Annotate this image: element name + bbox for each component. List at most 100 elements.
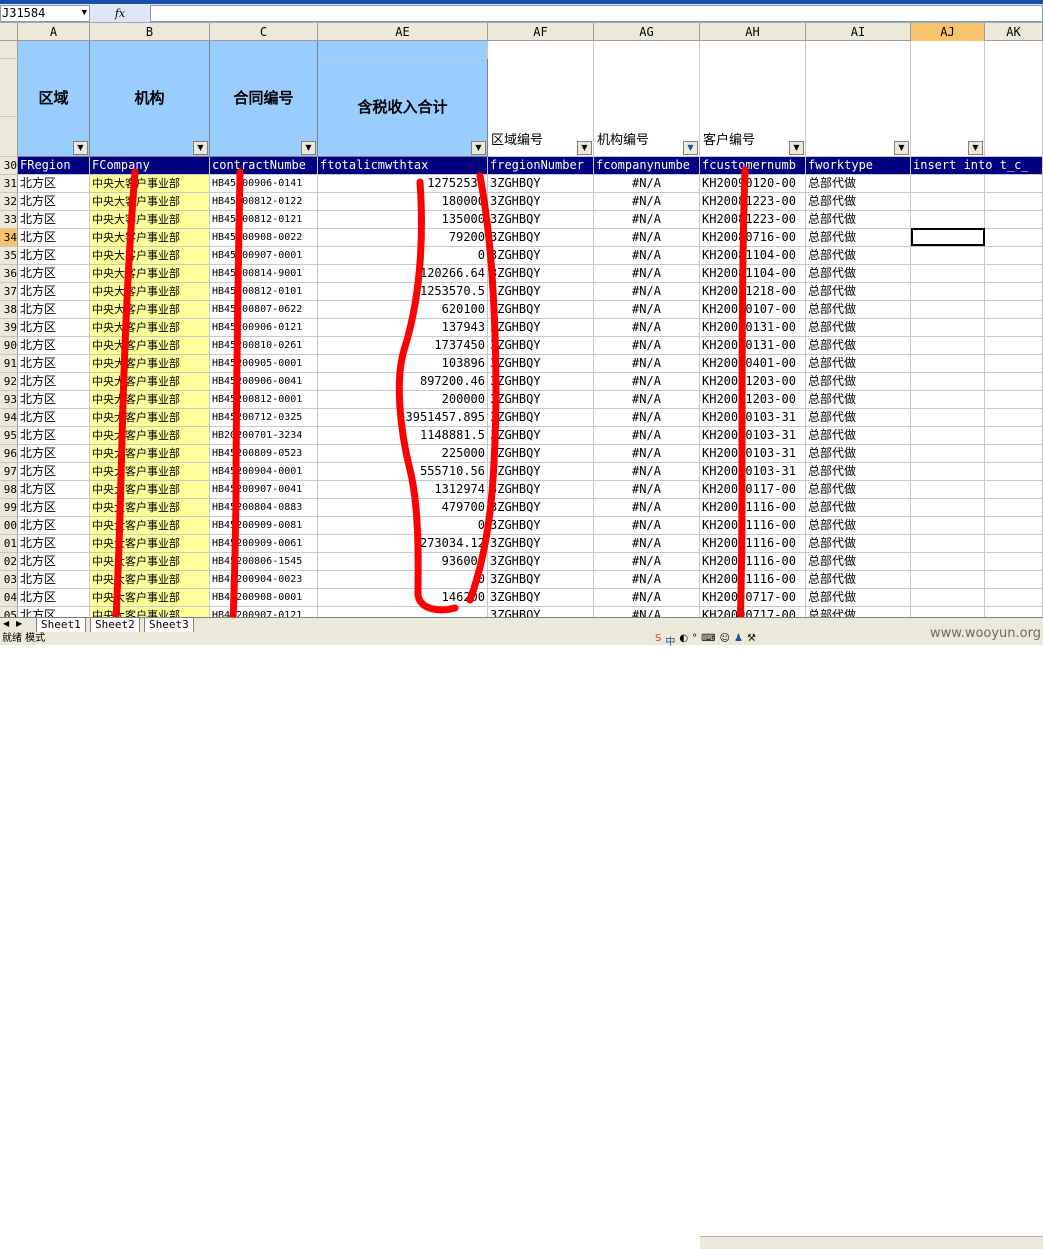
row-header[interactable]: 32 (0, 193, 18, 211)
field-name-a[interactable]: FRegion (18, 157, 90, 175)
table-cell-ah[interactable]: KH20070103-31 (700, 463, 806, 481)
field-name-ae[interactable]: ftotalicmwthtax (318, 157, 488, 175)
table-cell-ah[interactable]: KH20081104-00 (700, 265, 806, 283)
table-cell-ak[interactable] (985, 499, 1043, 517)
row-header[interactable]: 38 (0, 301, 18, 319)
table-cell-af[interactable]: 3ZGHBQY (488, 427, 594, 445)
table-cell-ag[interactable]: #N/A (594, 229, 700, 247)
table-cell-c[interactable]: HB45200904-0023 (210, 571, 318, 589)
table-cell-a[interactable]: 北方区 (18, 481, 90, 499)
table-cell-b[interactable]: 中央大客户事业部 (90, 535, 210, 553)
field-name-c[interactable]: contractNumbe (210, 157, 318, 175)
chevron-down-icon[interactable]: ▼ (82, 6, 87, 21)
table-cell-b[interactable]: 中央大客户事业部 (90, 409, 210, 427)
table-cell-af[interactable]: 3ZGHBQY (488, 409, 594, 427)
table-cell-ai[interactable]: 总部代做 (806, 193, 911, 211)
header-blank-aj[interactable] (911, 41, 985, 157)
table-cell-aj[interactable] (911, 373, 985, 391)
filter-dropdown-icon[interactable]: ▼ (789, 141, 804, 155)
table-cell-a[interactable]: 北方区 (18, 193, 90, 211)
table-cell-ai[interactable]: 总部代做 (806, 535, 911, 553)
table-cell-a[interactable]: 北方区 (18, 247, 90, 265)
table-cell-af[interactable]: 3ZGHBQY (488, 481, 594, 499)
table-cell-a[interactable]: 北方区 (18, 445, 90, 463)
table-cell-c[interactable]: HB45200906-0121 (210, 319, 318, 337)
table-cell-ae[interactable]: 479700 (318, 499, 488, 517)
table-cell-af[interactable]: 3ZGHBQY (488, 265, 594, 283)
table-cell-aj[interactable] (911, 337, 985, 355)
table-cell-ag[interactable]: #N/A (594, 535, 700, 553)
table-cell-a[interactable]: 北方区 (18, 373, 90, 391)
table-cell-ag[interactable]: #N/A (594, 463, 700, 481)
table-cell-ag[interactable]: #N/A (594, 175, 700, 193)
table-cell-a[interactable]: 北方区 (18, 283, 90, 301)
table-cell-ak[interactable] (985, 409, 1043, 427)
dot-icon[interactable]: ° (692, 633, 697, 645)
table-cell-a[interactable]: 北方区 (18, 409, 90, 427)
table-cell-ah[interactable]: KH20090401-00 (700, 355, 806, 373)
table-cell-a[interactable]: 北方区 (18, 535, 90, 553)
table-cell-a[interactable]: 北方区 (18, 427, 90, 445)
tab-sheet2[interactable]: Sheet2 (90, 618, 140, 633)
table-cell-af[interactable]: 3ZGHBQY (488, 229, 594, 247)
table-cell-ak[interactable] (985, 445, 1043, 463)
column-header-ah[interactable]: AH (700, 23, 806, 41)
row-header[interactable]: 03 (0, 571, 18, 589)
row-header-blank[interactable] (0, 117, 18, 157)
table-cell-c[interactable]: HB45200810-0261 (210, 337, 318, 355)
row-header[interactable]: 97 (0, 463, 18, 481)
row-header[interactable]: 39 (0, 319, 18, 337)
user-icon[interactable]: ☺ (720, 633, 730, 645)
row-header[interactable]: 92 (0, 373, 18, 391)
table-cell-ak[interactable] (985, 265, 1043, 283)
table-cell-ae[interactable]: 273034.12 (318, 535, 488, 553)
table-cell-aj[interactable] (911, 211, 985, 229)
table-cell-ag[interactable]: #N/A (594, 427, 700, 445)
table-cell-ag[interactable]: #N/A (594, 373, 700, 391)
table-cell-af[interactable]: 3ZGHBQY (488, 535, 594, 553)
table-cell-af[interactable]: 3ZGHBQY (488, 193, 594, 211)
table-cell-ai[interactable]: 总部代做 (806, 355, 911, 373)
table-cell-af[interactable]: 3ZGHBQY (488, 571, 594, 589)
table-cell-aj[interactable] (911, 301, 985, 319)
table-cell-aj[interactable] (911, 355, 985, 373)
table-cell-ak[interactable] (985, 391, 1043, 409)
table-cell-ag[interactable]: #N/A (594, 247, 700, 265)
table-cell-ak[interactable] (985, 535, 1043, 553)
table-cell-a[interactable]: 北方区 (18, 517, 90, 535)
field-name-ai[interactable]: fworktype (806, 157, 911, 175)
header-income-top[interactable] (318, 41, 488, 59)
table-cell-a[interactable]: 北方区 (18, 319, 90, 337)
table-cell-b[interactable]: 中央大客户事业部 (90, 463, 210, 481)
filter-dropdown-icon[interactable]: ▼ (471, 141, 486, 155)
table-cell-a[interactable]: 北方区 (18, 391, 90, 409)
field-name-b[interactable]: FCompany (90, 157, 210, 175)
table-cell-ak[interactable] (985, 571, 1043, 589)
table-cell-ae[interactable]: 3951457.895 (318, 409, 488, 427)
filter-dropdown-icon[interactable]: ▼ (894, 141, 909, 155)
table-cell-ai[interactable]: 总部代做 (806, 175, 911, 193)
table-cell-aj[interactable] (911, 517, 985, 535)
table-cell-ak[interactable] (985, 355, 1043, 373)
table-cell-b[interactable]: 中央大客户事业部 (90, 499, 210, 517)
table-cell-c[interactable]: HB45200909-0061 (210, 535, 318, 553)
column-header-ag[interactable]: AG (594, 23, 700, 41)
fx-icon[interactable]: fx (90, 7, 150, 20)
name-box[interactable]: J31584 ▼ (0, 4, 90, 22)
table-cell-ak[interactable] (985, 481, 1043, 499)
table-cell-ae[interactable]: 225000 (318, 445, 488, 463)
table-cell-c[interactable]: HB20200701-3234 (210, 427, 318, 445)
table-cell-c[interactable]: HB45200814-9001 (210, 265, 318, 283)
table-cell-ai[interactable]: 总部代做 (806, 463, 911, 481)
table-cell-ai[interactable]: 总部代做 (806, 319, 911, 337)
table-cell-ai[interactable]: 总部代做 (806, 247, 911, 265)
header-region[interactable]: 区域 (18, 41, 90, 157)
table-cell-ah[interactable]: KH20071116-00 (700, 571, 806, 589)
row-header-blank[interactable] (0, 59, 18, 117)
row-header[interactable]: 36 (0, 265, 18, 283)
keyboard-icon[interactable]: ⌨ (701, 633, 715, 645)
table-cell-a[interactable]: 北方区 (18, 265, 90, 283)
table-cell-a[interactable]: 北方区 (18, 175, 90, 193)
header-income[interactable]: 含税收入合计 (318, 59, 488, 157)
table-cell-ah[interactable]: KH20071218-00 (700, 283, 806, 301)
